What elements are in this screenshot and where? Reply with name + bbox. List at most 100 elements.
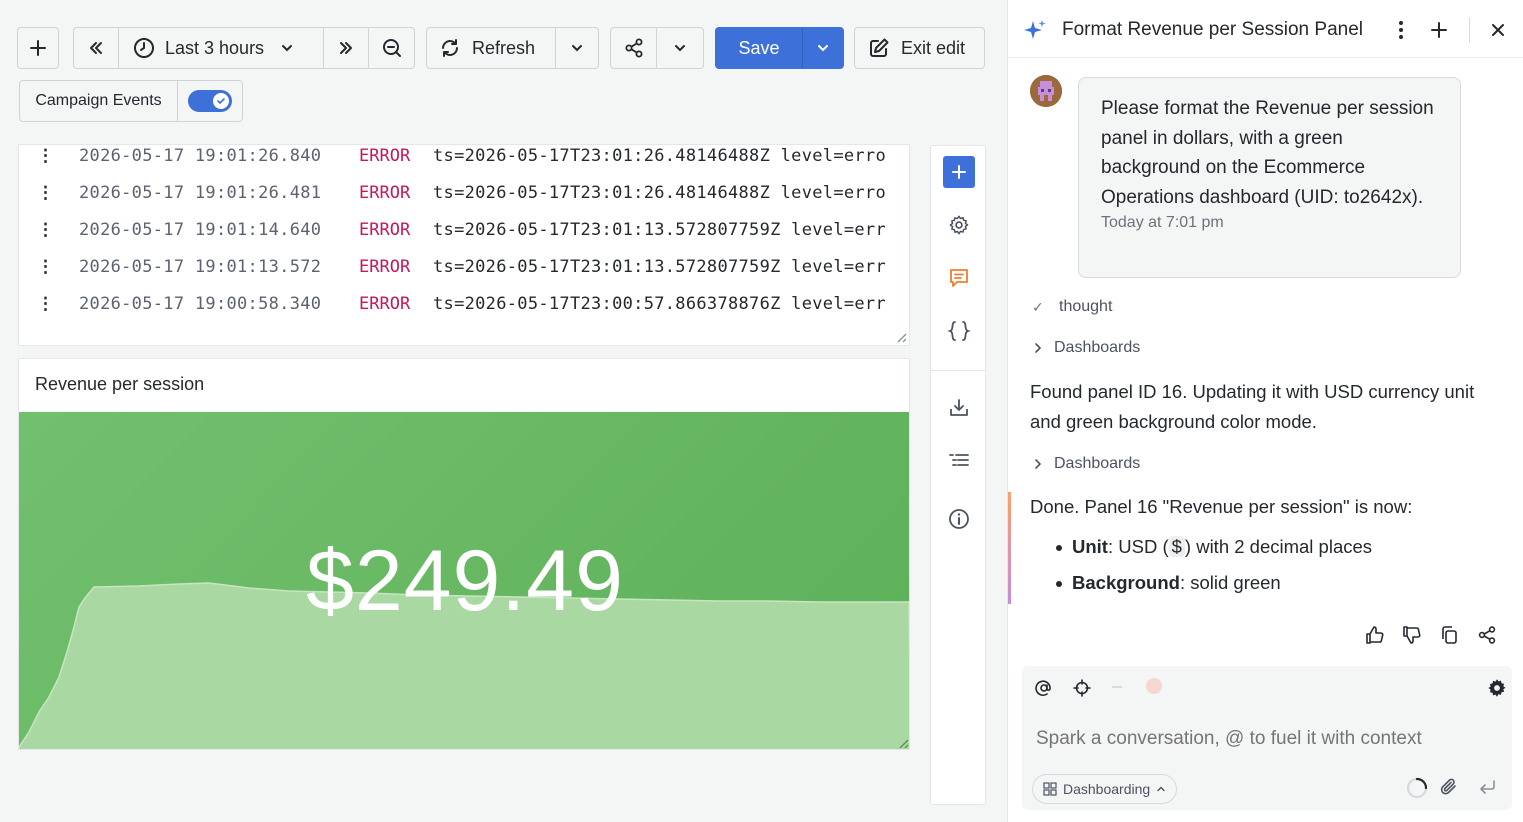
step-dashboards-2[interactable]: Dashboards: [1032, 455, 1140, 473]
message-composer: Dashboarding: [1022, 666, 1512, 810]
log-message: ts=2026-05-17T23:01:26.48146488Z level=e…: [433, 146, 886, 166]
variable-label-text: Campaign Events: [35, 92, 162, 109]
message-input[interactable]: [1036, 728, 1476, 750]
step-thought-label: thought: [1059, 298, 1113, 315]
mode-selector-chip[interactable]: Dashboarding: [1032, 774, 1178, 804]
info-button[interactable]: [943, 503, 975, 535]
thumbs-up-button[interactable]: [1364, 624, 1386, 646]
share-icon: [1478, 626, 1496, 644]
conversation-title: Format Revenue per Session Panel: [1062, 19, 1363, 40]
comments-button[interactable]: [943, 262, 975, 294]
kebab-menu-icon: [1399, 21, 1403, 39]
plus-icon: [30, 40, 46, 56]
row-menu-icon[interactable]: ⋮: [37, 146, 57, 166]
refresh-group: Refresh: [426, 27, 599, 69]
outline-button[interactable]: [943, 445, 975, 477]
panel-side-toolbar: [930, 145, 986, 805]
dashboard-area: Last 3 hours Refresh Save Exit edit Camp…: [0, 0, 1007, 822]
share-button[interactable]: [611, 28, 657, 68]
assistant-header: Format Revenue per Session Panel: [1008, 0, 1523, 58]
add-panel-button[interactable]: [943, 156, 975, 188]
log-row[interactable]: ⋮ 2026-05-17 19:01:26.840 ERROR ts=2026-…: [19, 145, 886, 171]
mention-button[interactable]: [1034, 678, 1054, 698]
thumbs-down-icon: [1403, 626, 1421, 644]
row-menu-icon[interactable]: ⋮: [37, 294, 57, 314]
result-text: ) with 2 decimal places: [1184, 536, 1373, 557]
exit-edit-label: Exit edit: [901, 37, 966, 58]
log-message: ts=2026-05-17T23:00:57.866378876Z level=…: [433, 294, 886, 314]
share-dropdown[interactable]: [657, 28, 703, 68]
variable-toggle[interactable]: [178, 81, 242, 121]
at-sign-icon: [1035, 680, 1051, 697]
more-options-button[interactable]: [1389, 18, 1413, 42]
log-time: 2026-05-17 19:01:14.640: [79, 220, 322, 240]
clock-icon: [134, 38, 154, 58]
step-thought[interactable]: ✓ thought: [1032, 298, 1112, 316]
refresh-label: Refresh: [472, 37, 536, 58]
json-model-button[interactable]: [943, 315, 975, 347]
logs-panel: ⋮ 2026-05-17 19:01:26.840 ERROR ts=2026-…: [18, 144, 910, 346]
sparkle-icon: [1024, 20, 1046, 39]
gear-icon: [1488, 679, 1506, 697]
log-row[interactable]: ⋮ 2026-05-17 19:01:14.640 ERROR ts=2026-…: [19, 215, 886, 245]
resize-handle-icon[interactable]: [895, 735, 909, 749]
result-text: : solid green: [1179, 572, 1281, 593]
resize-handle-icon[interactable]: [893, 329, 907, 343]
time-forward-button[interactable]: [324, 28, 369, 68]
log-row[interactable]: ⋮ 2026-05-17 19:01:13.572 ERROR ts=2026-…: [19, 252, 886, 282]
add-button[interactable]: [17, 27, 59, 69]
refresh-interval-dropdown[interactable]: [556, 28, 598, 68]
copy-button[interactable]: [1438, 624, 1460, 646]
chevron-up-icon: [1157, 786, 1165, 792]
chevron-down-icon: [675, 45, 685, 52]
time-picker-button[interactable]: Last 3 hours: [119, 28, 324, 68]
zoom-out-button[interactable]: [369, 28, 414, 68]
result-item-unit: Unit: USD ($) with 2 decimal places: [1056, 532, 1372, 568]
row-menu-icon[interactable]: ⋮: [37, 220, 57, 240]
import-button[interactable]: [943, 392, 975, 424]
download-icon: [950, 399, 968, 416]
context-target-button[interactable]: [1072, 678, 1092, 698]
save-dropdown[interactable]: [803, 28, 843, 68]
variable-label: Campaign Events: [20, 81, 178, 121]
send-button[interactable]: [1476, 776, 1498, 798]
grid-icon: [1043, 782, 1057, 796]
assistant-message-done: Done. Panel 16 "Revenue per session" is …: [1030, 496, 1413, 517]
row-menu-icon[interactable]: ⋮: [37, 183, 57, 203]
attach-button[interactable]: [1438, 776, 1460, 798]
log-level: ERROR: [359, 257, 411, 277]
log-level: ERROR: [359, 183, 411, 203]
refresh-button[interactable]: Refresh: [427, 28, 557, 68]
chevron-right-icon: [1035, 343, 1042, 353]
chevron-right-icon: [1035, 459, 1042, 469]
stat-panel-revenue-per-session[interactable]: Revenue per session $249.49: [18, 358, 910, 750]
time-range-group: Last 3 hours: [73, 27, 415, 69]
log-time: 2026-05-17 19:01:26.840: [79, 146, 322, 166]
thumbs-down-button[interactable]: [1401, 624, 1423, 646]
log-row[interactable]: ⋮ 2026-05-17 19:00:58.340 ERROR ts=2026-…: [19, 289, 886, 319]
crosshair-icon: [1073, 679, 1091, 697]
variable-campaign-events: Campaign Events: [19, 80, 243, 122]
exit-edit-button[interactable]: Exit edit: [854, 27, 985, 69]
new-chat-button[interactable]: [1427, 18, 1451, 42]
log-row[interactable]: ⋮ 2026-05-17 19:01:26.481 ERROR ts=2026-…: [19, 178, 886, 208]
row-menu-icon[interactable]: ⋮: [37, 257, 57, 277]
log-message: ts=2026-05-17T23:01:26.48146488Z level=e…: [433, 183, 886, 203]
log-time: 2026-05-17 19:01:26.481: [79, 183, 322, 203]
panel-title: Revenue per session: [35, 374, 205, 394]
save-button[interactable]: Save: [716, 28, 803, 68]
result-item-background: Background: solid green: [1056, 568, 1372, 604]
inline-code: $: [1168, 536, 1185, 557]
context-placeholder-dash: [1112, 686, 1122, 688]
share-message-button[interactable]: [1476, 624, 1498, 646]
result-label: Unit: [1072, 536, 1108, 557]
step-dashboards-1[interactable]: Dashboards: [1032, 339, 1140, 357]
time-back-button[interactable]: [74, 28, 119, 68]
settings-button[interactable]: [943, 209, 975, 241]
mode-label: Dashboarding: [1063, 781, 1151, 797]
close-button[interactable]: [1486, 18, 1510, 42]
log-level: ERROR: [359, 220, 411, 240]
composer-settings-button[interactable]: [1486, 677, 1508, 699]
step-dashboards-label: Dashboards: [1054, 339, 1141, 356]
loading-spinner: [1406, 777, 1428, 799]
